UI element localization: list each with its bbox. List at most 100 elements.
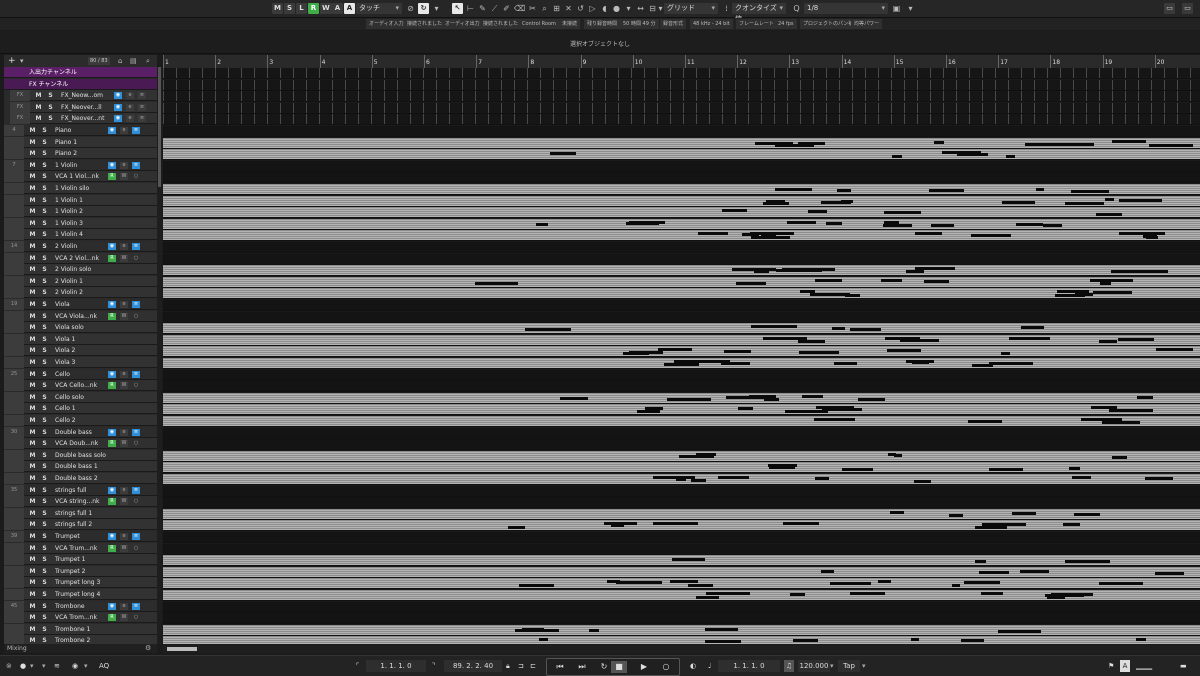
filter-icon[interactable]: ▤ (130, 55, 137, 67)
track-name[interactable]: Trombone 2 (55, 635, 109, 644)
midi-note[interactable] (989, 362, 1033, 365)
menu-icon[interactable]: ≡ (132, 243, 140, 250)
chevron-down-icon[interactable]: ▾ (42, 660, 46, 672)
midi-note[interactable] (539, 638, 548, 642)
solo-button[interactable]: S (40, 636, 49, 644)
track-name[interactable]: 1 Violin (55, 160, 109, 171)
marker-icon[interactable]: ⚑ (1108, 660, 1114, 672)
midi-note[interactable] (964, 581, 1000, 585)
track-name[interactable]: VCA 2 Viol...nk (55, 253, 109, 264)
monitor-icon[interactable]: ◉ (114, 92, 122, 100)
track-name[interactable]: Cello (55, 369, 109, 380)
quantize-apply-icon[interactable]: Q (792, 3, 801, 14)
event-lane[interactable] (163, 137, 1200, 149)
track-row[interactable]: M Sstrings full 1 (4, 507, 157, 519)
track-row[interactable]: M S Double bass 1 (4, 461, 157, 473)
track-name[interactable]: 2 Violin solo (55, 264, 109, 275)
event-lane[interactable] (163, 334, 1200, 346)
transport-view-icon[interactable]: A (1120, 660, 1130, 672)
edit-icon[interactable]: e (120, 602, 128, 610)
track-name[interactable]: Trumpet 1 (55, 554, 109, 565)
track-row[interactable]: 7MS 1 Violin ◉ e ≡ (4, 159, 157, 171)
midi-note[interactable] (755, 141, 793, 145)
chevron-down-icon[interactable]: ▾ (30, 660, 34, 672)
mute-button[interactable]: M (28, 265, 37, 274)
track-name[interactable]: Cello 2 (55, 415, 109, 426)
midi-note[interactable] (837, 189, 851, 192)
midi-note[interactable] (738, 407, 753, 411)
midi-note[interactable] (968, 420, 1002, 423)
track-name[interactable]: Piano 2 (55, 148, 109, 159)
solo-button[interactable]: S (40, 277, 49, 286)
solo-button[interactable]: S (40, 567, 49, 576)
midi-note[interactable] (698, 232, 728, 236)
midi-note[interactable] (589, 628, 599, 632)
midi-note[interactable] (1155, 571, 1184, 575)
solo-button[interactable]: S (40, 346, 49, 355)
track-row[interactable]: 14 M S 2 Violin ◉ e ≡ (4, 241, 157, 252)
zoom-tool-icon[interactable]: ⌕ (540, 3, 549, 14)
midi-note[interactable] (1009, 336, 1050, 340)
event-lane[interactable] (163, 404, 1200, 416)
mute-button[interactable]: M (28, 613, 37, 622)
midi-note[interactable] (718, 476, 749, 479)
midi-note[interactable] (790, 593, 805, 596)
midi-note[interactable] (1137, 395, 1153, 399)
midi-note[interactable] (1112, 139, 1146, 143)
midi-note[interactable] (1006, 155, 1015, 159)
mute-button[interactable]: M (28, 578, 37, 587)
solo-button[interactable]: S (40, 172, 49, 181)
midi-note[interactable] (766, 199, 785, 203)
midi-note[interactable] (626, 221, 659, 225)
midi-note[interactable] (929, 189, 964, 192)
midi-note[interactable] (1002, 200, 1035, 204)
menu-icon[interactable]: ≡ (132, 428, 140, 436)
mute-button[interactable]: M (28, 196, 37, 205)
midi-note[interactable] (637, 410, 660, 414)
solo-button[interactable]: S (40, 138, 49, 147)
event-lane[interactable] (163, 520, 1200, 532)
track-name[interactable]: Cello 1 (55, 403, 109, 414)
midi-note[interactable] (706, 592, 750, 595)
event-lane[interactable] (163, 590, 1200, 601)
folder-lane[interactable] (163, 601, 1200, 613)
object-select-tool[interactable]: ↖ (452, 3, 463, 14)
track-name[interactable]: VCA Doub...nk (55, 438, 109, 449)
solo-button[interactable]: S (40, 497, 49, 506)
midi-note[interactable] (949, 513, 963, 517)
track-name[interactable]: strings full 2 (55, 519, 109, 530)
chevron-down-icon[interactable]: ▾ (830, 660, 834, 672)
solo-button[interactable]: S (40, 288, 49, 297)
midi-note[interactable] (972, 364, 993, 367)
solo-button[interactable]: S (40, 416, 49, 425)
midi-note[interactable] (724, 350, 751, 354)
track-name[interactable]: Piano (55, 125, 109, 136)
settings-icon[interactable]: ⊗ (6, 660, 12, 672)
monitor-icon[interactable]: ◉ (108, 161, 116, 169)
midi-note[interactable] (525, 328, 571, 332)
midi-note[interactable] (1096, 213, 1122, 217)
automation-icon[interactable]: ○ (132, 313, 140, 320)
midi-note[interactable] (912, 361, 929, 364)
solo-all-button[interactable]: S (284, 3, 295, 14)
event-lane[interactable] (163, 288, 1200, 300)
midi-note[interactable] (1136, 638, 1146, 642)
cycle-mode-icon[interactable]: ≋ (54, 660, 60, 672)
midi-note[interactable] (845, 294, 860, 298)
right-locator-field[interactable]: 89. 2. 2. 40 (444, 660, 502, 672)
track-row[interactable]: MS 2 Violin solo (4, 264, 157, 276)
folder-lane[interactable] (163, 497, 1200, 509)
event-lane[interactable] (163, 218, 1200, 230)
midi-note[interactable] (798, 141, 825, 145)
folder-lane[interactable] (163, 532, 1200, 543)
track-name[interactable]: Trombone 1 (55, 624, 109, 635)
midi-note[interactable] (842, 468, 873, 472)
mute-button[interactable]: M (28, 288, 37, 297)
left-locator-icon[interactable]: ⌜ (356, 660, 359, 672)
mute-button[interactable]: M (28, 219, 37, 228)
midi-note[interactable] (519, 584, 554, 588)
midi-note[interactable] (705, 640, 741, 644)
folder-lane[interactable] (163, 300, 1200, 311)
midi-note[interactable] (722, 209, 747, 213)
automation-icon[interactable]: ○ (132, 614, 140, 621)
